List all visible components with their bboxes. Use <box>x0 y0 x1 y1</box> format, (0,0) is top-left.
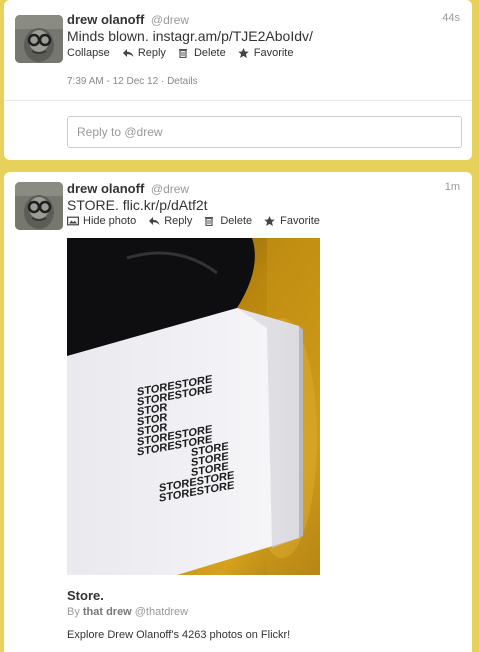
avatar[interactable] <box>15 15 63 63</box>
tweet-photo[interactable]: STORESTORE STORESTORE STOR STOR STOR STO… <box>67 238 320 575</box>
card-title[interactable]: Store. <box>67 588 104 603</box>
card-author-name[interactable]: that drew <box>83 606 132 618</box>
tweet-header: drew olanoff @drew 44s <box>67 12 460 28</box>
delete-label: Delete <box>220 215 253 227</box>
author-name[interactable]: drew olanoff <box>67 181 144 196</box>
collapse-button[interactable]: Collapse <box>67 47 110 59</box>
author-handle[interactable]: @drew <box>151 13 189 27</box>
hide-photo-label: Hide photo <box>83 215 137 227</box>
reply-label: Reply <box>164 215 193 227</box>
star-icon <box>237 48 250 58</box>
divider <box>4 100 472 101</box>
tweet-timestamp[interactable]: 1m <box>445 181 460 193</box>
reply-button[interactable]: Reply <box>122 47 166 59</box>
delete-button[interactable]: Delete <box>178 47 226 59</box>
tweet-card-photo[interactable]: drew olanoff @drew 1m STORE. flic.kr/p/d… <box>4 172 472 652</box>
tweet-text: STORE. flic.kr/p/dAtf2t <box>67 197 208 213</box>
author-name[interactable]: drew olanoff <box>67 12 144 27</box>
delete-button[interactable]: Delete <box>204 215 252 227</box>
tweet-timestamp[interactable]: 44s <box>442 12 460 24</box>
hide-photo-button[interactable]: Hide photo <box>67 215 136 227</box>
tweet-card-expanded[interactable]: drew olanoff @drew 44s Minds blown. inst… <box>4 0 472 160</box>
favorite-button[interactable]: Favorite <box>264 215 320 227</box>
tweet-text: Minds blown. instagr.am/p/TJE2AboIdv/ <box>67 28 313 44</box>
trash-icon <box>178 48 190 58</box>
tweet-header: drew olanoff @drew 1m <box>67 181 460 197</box>
meta-separator: · <box>160 76 165 87</box>
reply-arrow-icon <box>122 48 134 58</box>
collapse-label: Collapse <box>67 47 110 59</box>
favorite-button[interactable]: Favorite <box>237 47 294 59</box>
author-handle[interactable]: @drew <box>151 182 189 196</box>
photo-icon <box>67 216 79 226</box>
reply-input[interactable] <box>67 116 462 148</box>
tweet-actions: Hide photo Reply Delete Favorite <box>67 215 332 227</box>
by-label: By <box>67 606 80 618</box>
card-description: Explore Drew Olanoff's 4263 photos on Fl… <box>67 629 291 641</box>
tweet-meta: 7:39 AM - 12 Dec 12 · Details <box>67 76 198 87</box>
reply-button[interactable]: Reply <box>148 215 192 227</box>
reply-arrow-icon <box>148 216 160 226</box>
trash-icon <box>204 216 216 226</box>
reply-label: Reply <box>137 47 166 59</box>
card-author-handle[interactable]: @thatdrew <box>135 606 188 618</box>
favorite-label: Favorite <box>280 215 320 227</box>
favorite-label: Favorite <box>253 47 294 59</box>
star-icon <box>264 216 276 226</box>
avatar[interactable] <box>15 182 63 230</box>
card-attribution: By that drew @thatdrew <box>67 606 188 618</box>
tweet-datetime[interactable]: 7:39 AM - 12 Dec 12 <box>67 76 158 87</box>
details-link[interactable]: Details <box>167 76 198 87</box>
tweet-actions: Collapse Reply Delete Favorite <box>67 47 305 59</box>
delete-label: Delete <box>193 47 226 59</box>
